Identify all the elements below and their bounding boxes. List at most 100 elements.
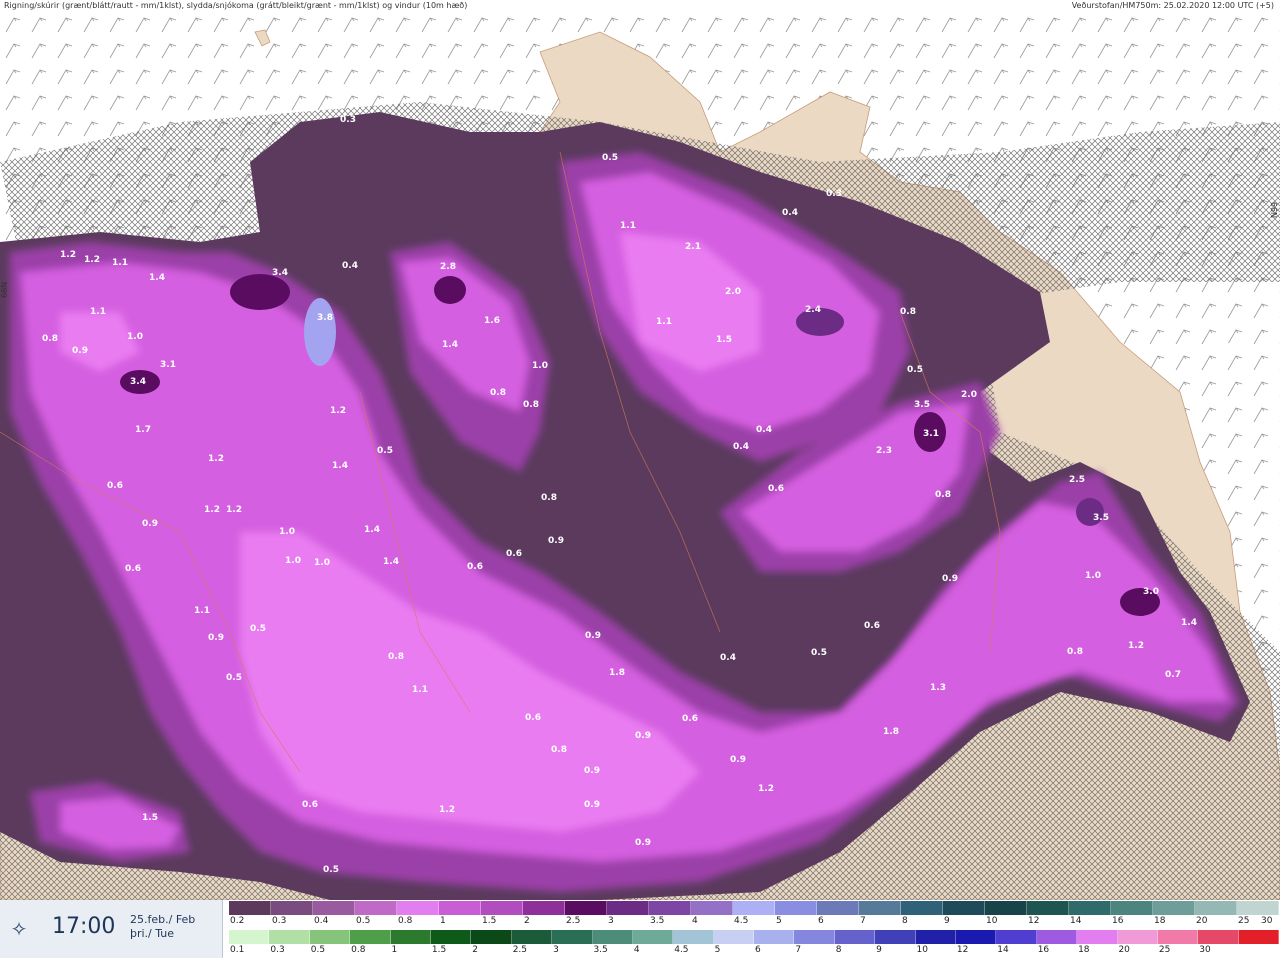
legend-label: 1 (391, 945, 398, 955)
legend-swatch (1077, 930, 1118, 944)
legend-swatch (565, 901, 607, 915)
model-source-label: Veðurstofan/HM750m: 25.02.2020 12:00 UTC… (1071, 1, 1274, 10)
legend-swatch (471, 930, 512, 944)
legend-label: 12 (956, 945, 969, 955)
legend-swatch (915, 930, 957, 944)
precip-value-label: 0.9 (635, 838, 651, 848)
precip-value-label: 0.6 (864, 621, 880, 631)
legend-label: 16 (1037, 945, 1050, 955)
precip-value-label: 0.9 (585, 631, 601, 641)
precip-value-label: 0.6 (682, 714, 698, 724)
forecast-date: 25.feb./ Feb (130, 913, 196, 926)
precip-value-label: 0.4 (733, 442, 749, 452)
legend-labels-snow: 0.2 0.3 0.4 0.5 0.8 1 1.5 2 2.5 3 3.5 4 4.5 5 6 7 8 9 10 12… (229, 916, 1279, 928)
legend-swatch (901, 901, 943, 915)
legend-label: 9 (876, 945, 882, 955)
legend-swatch (1111, 901, 1153, 915)
precip-value-label: 0.8 (1067, 647, 1083, 657)
legend-label: 4 (692, 916, 698, 926)
vedur-logo-icon: ✧ (10, 917, 28, 941)
legend-swatch (673, 930, 714, 944)
legend-swatch (1153, 901, 1195, 915)
precip-value-label: 0.8 (42, 334, 58, 344)
precip-value-label: 0.9 (584, 766, 600, 776)
precip-value-label: 3.1 (923, 429, 939, 439)
precip-value-label: 1.4 (442, 340, 458, 350)
legend-swatch (775, 901, 817, 915)
legend-swatch (817, 901, 859, 915)
legend-label: 20 (1196, 916, 1208, 926)
precip-value-label: 3.5 (914, 400, 930, 410)
forecast-time: 17:00 (52, 914, 116, 939)
precip-value-label: 1.1 (656, 317, 672, 327)
legend-swatch (523, 901, 565, 915)
precip-value-label: 2.5 (1069, 475, 1085, 485)
legend-swatch (713, 930, 755, 944)
precip-value-label: 1.5 (716, 335, 732, 345)
precip-value-label: 1.2 (60, 250, 76, 260)
legend-swatch (632, 930, 674, 944)
precip-value-label: 1.4 (1181, 618, 1197, 628)
precip-value-label: 0.5 (602, 153, 618, 163)
precip-value-label: 1.1 (90, 307, 106, 317)
precip-value-label: 0.8 (935, 490, 951, 500)
precip-value-label: 0.9 (584, 800, 600, 810)
precip-value-label: 1.4 (383, 557, 399, 567)
legend-labels-rain: 0.1 0.3 0.5 0.8 1 1.5 2 2.5 3 3.5 4 4.5 5 6 7 8 9 10 12 14 1… (229, 945, 1279, 957)
legend-colorbar-rain (229, 930, 1280, 944)
precip-value-label: 0.9 (142, 519, 158, 529)
legend-colorbar-snow (229, 901, 1279, 915)
legend-swatch (649, 901, 691, 915)
precip-value-label: 2.8 (440, 262, 456, 272)
legend-label: 14 (1070, 916, 1082, 926)
precip-value-label: 3.8 (317, 313, 333, 323)
precip-value-label: 1.8 (883, 727, 899, 737)
legend-label: 0.2 (230, 916, 245, 926)
precip-value-label: 3.4 (272, 268, 288, 278)
forecast-weekday: þri./ Tue (130, 927, 175, 940)
legend-swatch (996, 930, 1037, 944)
legend-swatch (229, 930, 270, 944)
legend-swatch (552, 930, 593, 944)
legend-swatch (439, 901, 481, 915)
legend-label: 16 (1112, 916, 1124, 926)
precip-value-label: 0.6 (125, 564, 141, 574)
legend-swatch (309, 930, 351, 944)
precip-value-label: 1.4 (149, 273, 165, 283)
precip-value-label: 1.0 (279, 527, 295, 537)
legend-swatch (430, 930, 472, 944)
legend-label: 12 (1028, 916, 1040, 926)
legend-swatch (607, 901, 649, 915)
precip-value-label: 1.0 (1085, 571, 1101, 581)
legend-swatch (1237, 901, 1279, 915)
precip-value-label: 3.5 (1093, 513, 1109, 523)
legend-label: 0.4 (314, 916, 329, 926)
legend-label: 30 (1261, 916, 1273, 926)
latitude-label-left: 66N (0, 281, 9, 298)
legend-label: 18 (1078, 945, 1090, 955)
legend-label: 25 (1158, 945, 1171, 955)
legend-label: 2 (524, 916, 530, 926)
precip-value-label: 1.6 (484, 316, 500, 326)
precip-value-label: 1.1 (112, 258, 128, 268)
legend-label: 7 (860, 916, 866, 926)
legend-label: 10 (986, 916, 998, 926)
legend-label: 2.5 (566, 916, 581, 926)
precip-value-label: 0.8 (490, 388, 506, 398)
precip-value-label: 1.4 (364, 525, 380, 535)
legend-label: 25 (1238, 916, 1250, 926)
precip-value-label: 0.5 (250, 624, 266, 634)
precip-value-label: 1.2 (226, 505, 242, 515)
legend-label: 8 (835, 945, 842, 955)
legend-swatch (956, 930, 997, 944)
legend-label: 4.5 (674, 945, 689, 955)
legend-label: 20 (1118, 945, 1130, 955)
footer-bar: ✧ 17:00 25.feb./ Feb þri./ Tue 0.2 0.3 0.4… (0, 900, 1280, 958)
legend-label: 2.5 (512, 945, 528, 955)
legend-swatch (733, 901, 775, 915)
precip-value-label: 0.9 (942, 574, 958, 584)
legend-swatch (1198, 930, 1239, 944)
precip-value-label: 1.0 (127, 332, 143, 342)
map-title: Rigning/skúrir (grænt/blátt/rautt - mm/1… (4, 1, 468, 10)
legend-label: 9 (944, 916, 950, 926)
